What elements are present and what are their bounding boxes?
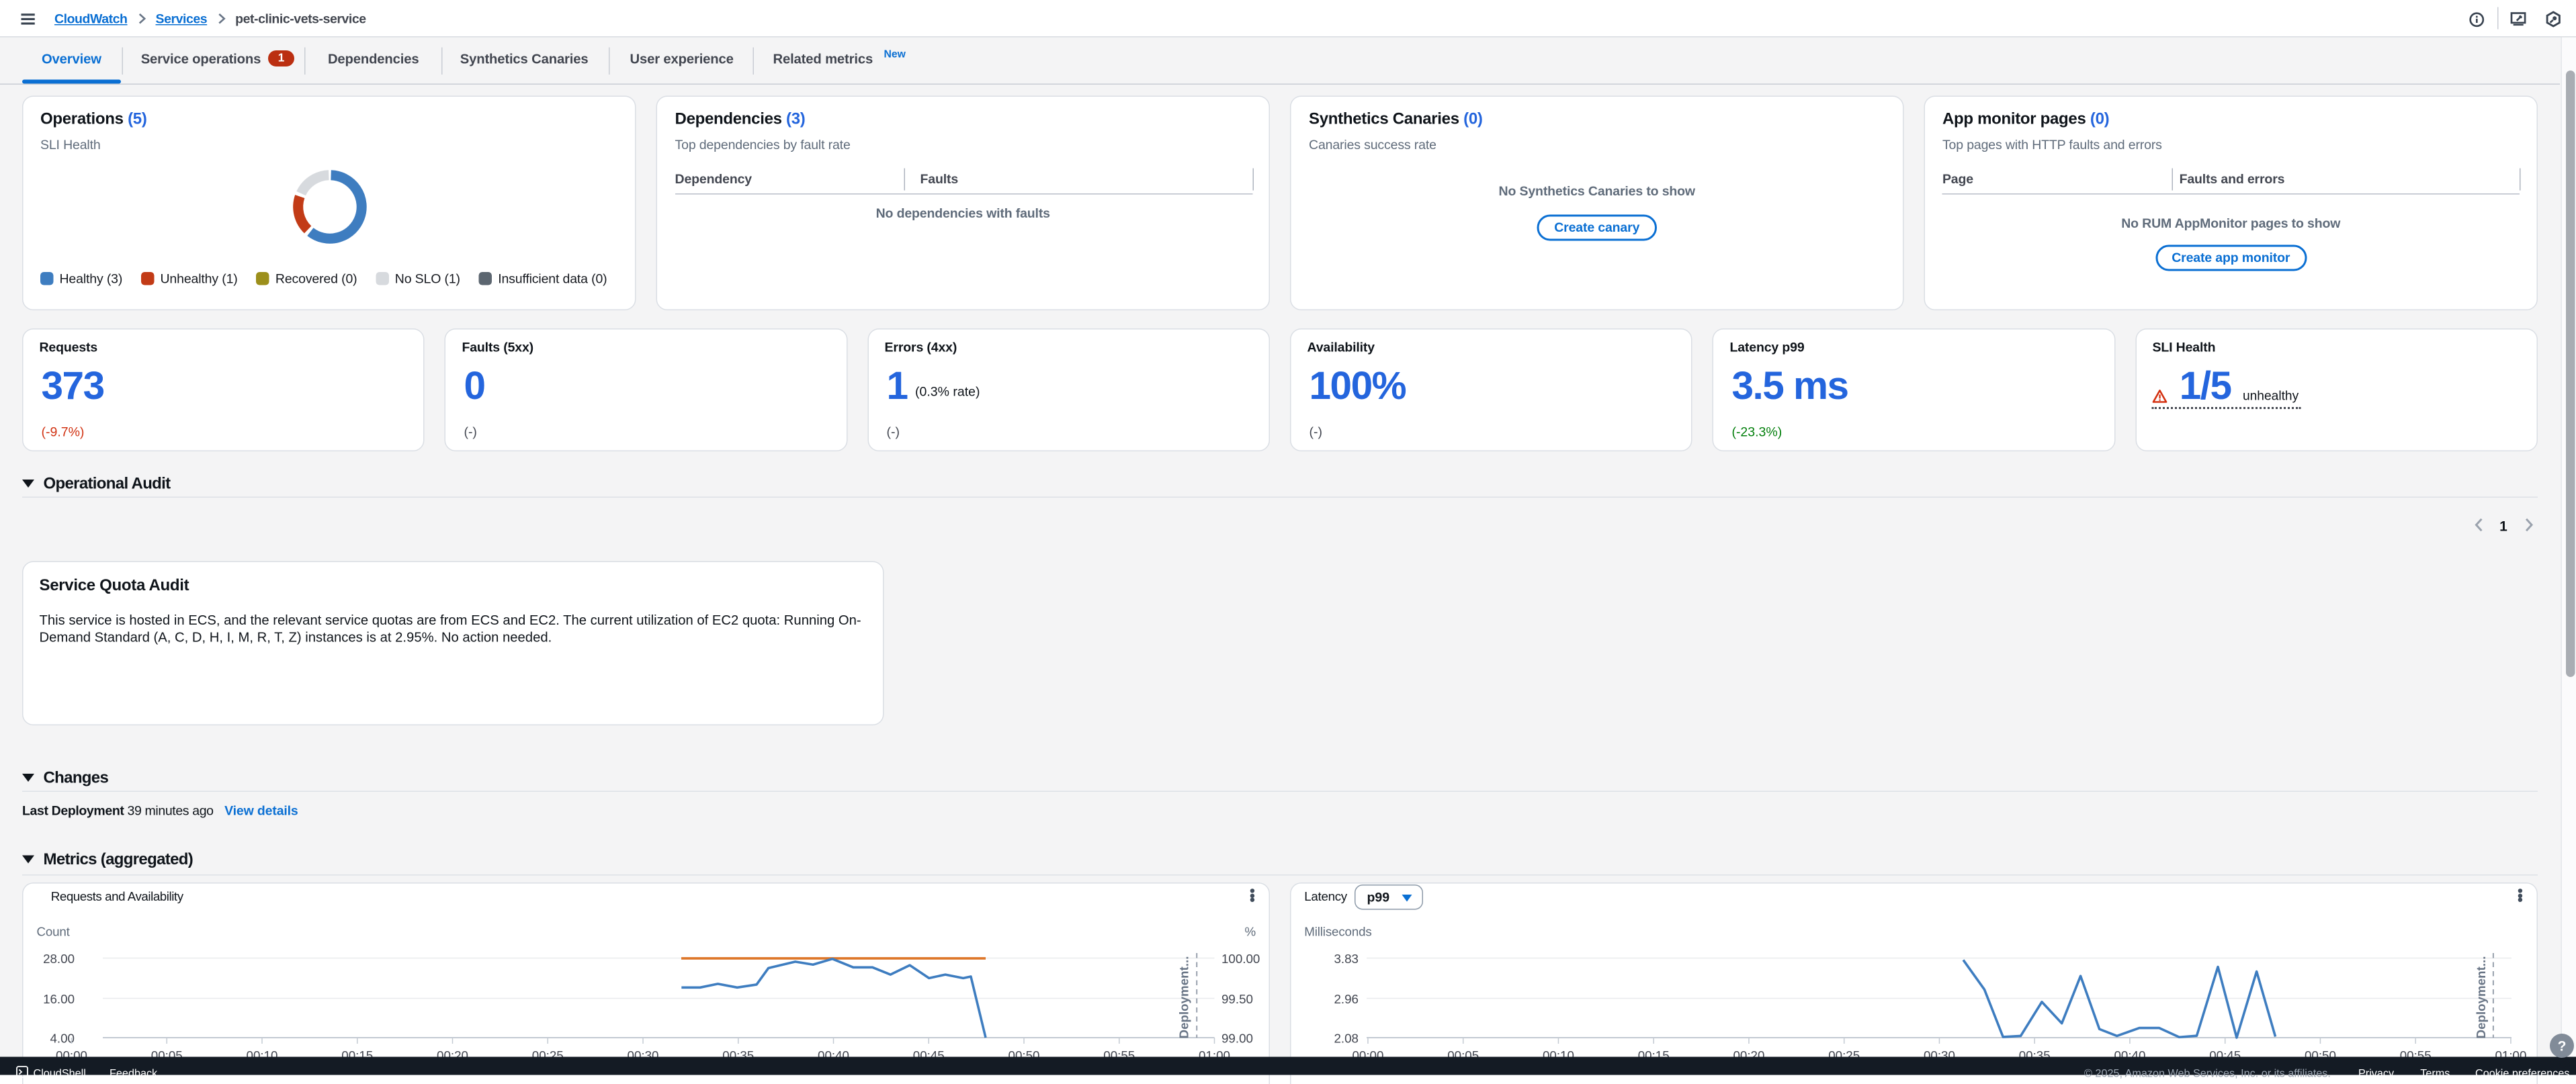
svg-text:Deployment...: Deployment... bbox=[2474, 956, 2488, 1039]
svg-text:Deployment...: Deployment... bbox=[1177, 956, 1191, 1039]
